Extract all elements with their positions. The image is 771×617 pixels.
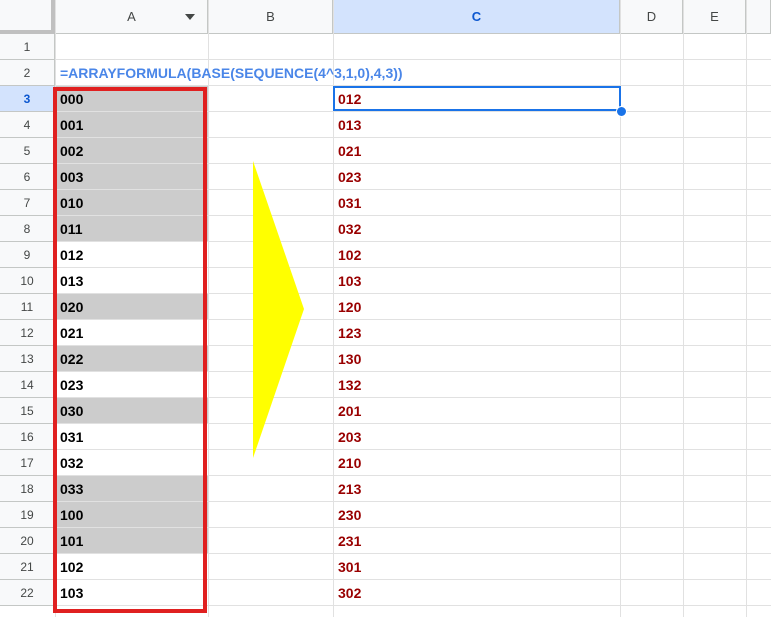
column-header-label: B	[266, 9, 275, 24]
spreadsheet-grid: A B C D E 1 2 3 4 5 6 7 8 9 10 11 12 13 14 15 16 17 18 19 20 21 22…	[0, 0, 771, 617]
dropdown-arrow-icon[interactable]	[185, 14, 195, 20]
cell-c6[interactable]: 023	[334, 164, 620, 189]
cell-c8[interactable]: 032	[334, 216, 620, 241]
cell-c16[interactable]: 203	[334, 424, 620, 449]
highlight-outline-column-a	[53, 87, 207, 613]
row-header-6[interactable]: 6	[0, 164, 55, 190]
row-header-16[interactable]: 16	[0, 424, 55, 450]
cell-c15[interactable]: 201	[334, 398, 620, 423]
cell-c7[interactable]: 031	[334, 190, 620, 215]
row-header-20[interactable]: 20	[0, 528, 55, 554]
cell-c13[interactable]: 130	[334, 346, 620, 371]
cell-c17[interactable]: 210	[334, 450, 620, 475]
cell-c9[interactable]: 102	[334, 242, 620, 267]
column-header-label: D	[646, 9, 657, 24]
formula-text-a2[interactable]: =ARRAYFORMULA(BASE(SEQUENCE(4^3,1,0),4,3…	[56, 60, 403, 86]
row-header-8[interactable]: 8	[0, 216, 55, 242]
selection-box-c3	[333, 86, 621, 111]
row-header-1[interactable]: 1	[0, 34, 55, 60]
cell-c11[interactable]: 120	[334, 294, 620, 319]
gridline-vertical	[746, 0, 747, 617]
row-header-19[interactable]: 19	[0, 502, 55, 528]
gridline-vertical	[683, 0, 684, 617]
fill-handle-icon[interactable]	[616, 106, 627, 117]
column-header-label: A	[127, 9, 136, 24]
cell-c19[interactable]: 230	[334, 502, 620, 527]
column-header-label: E	[710, 9, 719, 24]
row-header-3[interactable]: 3	[0, 86, 55, 112]
column-header-d[interactable]: D	[621, 0, 683, 34]
cell-c14[interactable]: 132	[334, 372, 620, 397]
cell-c10[interactable]: 103	[334, 268, 620, 293]
row-header-12[interactable]: 12	[0, 320, 55, 346]
cell-c18[interactable]: 213	[334, 476, 620, 501]
yellow-arrow-shape	[253, 161, 304, 458]
row-header-2[interactable]: 2	[0, 60, 55, 86]
row-header-13[interactable]: 13	[0, 346, 55, 372]
row-header-10[interactable]: 10	[0, 268, 55, 294]
arrow-triangle	[253, 161, 304, 458]
column-header-e[interactable]: E	[684, 0, 746, 34]
cell-c20[interactable]: 231	[334, 528, 620, 553]
cell-c4[interactable]: 013	[334, 112, 620, 137]
column-header-label: C	[471, 9, 482, 24]
cell-c22[interactable]: 302	[334, 580, 620, 605]
column-header-overflow	[747, 0, 771, 34]
column-header-c[interactable]: C	[334, 0, 620, 34]
row-header-14[interactable]: 14	[0, 372, 55, 398]
cell-c21[interactable]: 301	[334, 554, 620, 579]
row-header-18[interactable]: 18	[0, 476, 55, 502]
row-header-17[interactable]: 17	[0, 450, 55, 476]
column-header-a[interactable]: A	[56, 0, 208, 34]
row-header-22[interactable]: 22	[0, 580, 55, 606]
row-header-15[interactable]: 15	[0, 398, 55, 424]
row-header-11[interactable]: 11	[0, 294, 55, 320]
gridline-vertical	[208, 0, 209, 617]
row-header-7[interactable]: 7	[0, 190, 55, 216]
select-all-corner[interactable]	[0, 0, 55, 34]
row-header-21[interactable]: 21	[0, 554, 55, 580]
row-header-9[interactable]: 9	[0, 242, 55, 268]
cell-c12[interactable]: 123	[334, 320, 620, 345]
row-header-4[interactable]: 4	[0, 112, 55, 138]
row-header-5[interactable]: 5	[0, 138, 55, 164]
cell-c5[interactable]: 021	[334, 138, 620, 163]
column-header-b[interactable]: B	[209, 0, 333, 34]
